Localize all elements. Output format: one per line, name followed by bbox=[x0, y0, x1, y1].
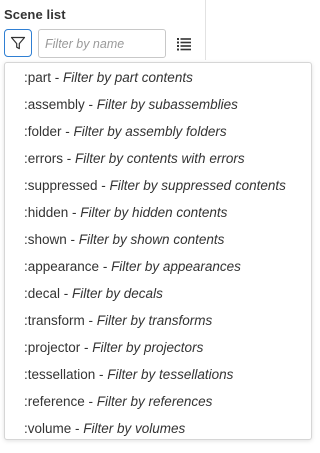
option-key: :assembly bbox=[24, 97, 85, 112]
option-key: :reference bbox=[24, 394, 85, 409]
option-key: :transform bbox=[24, 313, 85, 328]
option-description: Filter by part contents bbox=[63, 70, 193, 85]
list-view-icon bbox=[175, 35, 193, 53]
option-description: Filter by shown contents bbox=[78, 232, 225, 247]
option-description: Filter by appearances bbox=[111, 259, 241, 274]
option-description: Filter by suppressed contents bbox=[109, 178, 286, 193]
filter-option-hidden[interactable]: :hidden - Filter by hidden contents bbox=[5, 199, 311, 226]
filter-option-decal[interactable]: :decal - Filter by decals bbox=[5, 280, 311, 307]
option-key: :volume bbox=[24, 421, 72, 436]
option-description: Filter by assembly folders bbox=[73, 124, 227, 139]
option-key: :projector bbox=[24, 340, 81, 355]
option-description: Filter by volumes bbox=[83, 421, 186, 436]
option-key: :appearance bbox=[24, 259, 100, 274]
option-key: :part bbox=[24, 70, 52, 85]
filter-option-reference[interactable]: :reference - Filter by references bbox=[5, 388, 311, 415]
option-description: Filter by projectors bbox=[92, 340, 204, 355]
option-key: :suppressed bbox=[24, 178, 98, 193]
filter-option-assembly[interactable]: :assembly - Filter by subassemblies bbox=[5, 91, 311, 118]
filter-option-tessellation[interactable]: :tessellation - Filter by tessellations bbox=[5, 361, 311, 388]
option-description: Filter by subassemblies bbox=[96, 97, 238, 112]
filter-funnel-icon bbox=[10, 35, 26, 51]
option-description: Filter by references bbox=[96, 394, 213, 409]
filter-option-part[interactable]: :part - Filter by part contents bbox=[5, 64, 311, 91]
option-description: Filter by tessellations bbox=[107, 367, 234, 382]
filter-option-folder[interactable]: :folder - Filter by assembly folders bbox=[5, 118, 311, 145]
filter-option-suppressed[interactable]: :suppressed - Filter by suppressed conte… bbox=[5, 172, 311, 199]
search-input[interactable] bbox=[38, 29, 166, 58]
panel-title: Scene list bbox=[4, 7, 66, 22]
option-key: :tessellation bbox=[24, 367, 96, 382]
option-key: :decal bbox=[24, 286, 61, 301]
filter-option-projector[interactable]: :projector - Filter by projectors bbox=[5, 334, 311, 361]
option-key: :hidden bbox=[24, 205, 69, 220]
filter-option-shown[interactable]: :shown - Filter by shown contents bbox=[5, 226, 311, 253]
option-key: :shown bbox=[24, 232, 67, 247]
panel-divider bbox=[205, 0, 206, 60]
filter-option-volume[interactable]: :volume - Filter by volumes bbox=[5, 415, 311, 442]
option-description: Filter by hidden contents bbox=[80, 205, 228, 220]
filter-option-transform[interactable]: :transform - Filter by transforms bbox=[5, 307, 311, 334]
filter-options-dropdown: :part - Filter by part contents :assembl… bbox=[4, 62, 312, 440]
list-view-button[interactable] bbox=[175, 35, 193, 53]
dropdown-left-bracket bbox=[4, 64, 8, 394]
option-key: :errors bbox=[24, 151, 64, 166]
filter-option-errors[interactable]: :errors - Filter by contents with errors bbox=[5, 145, 311, 172]
filter-option-appearance[interactable]: :appearance - Filter by appearances bbox=[5, 253, 311, 280]
option-key: :folder bbox=[24, 124, 62, 139]
option-description: Filter by transforms bbox=[96, 313, 213, 328]
option-description: Filter by contents with errors bbox=[75, 151, 245, 166]
scene-list-panel: Scene list :part - Filter by part conte bbox=[0, 0, 320, 453]
option-description: Filter by decals bbox=[72, 286, 163, 301]
filter-button[interactable] bbox=[4, 29, 32, 57]
